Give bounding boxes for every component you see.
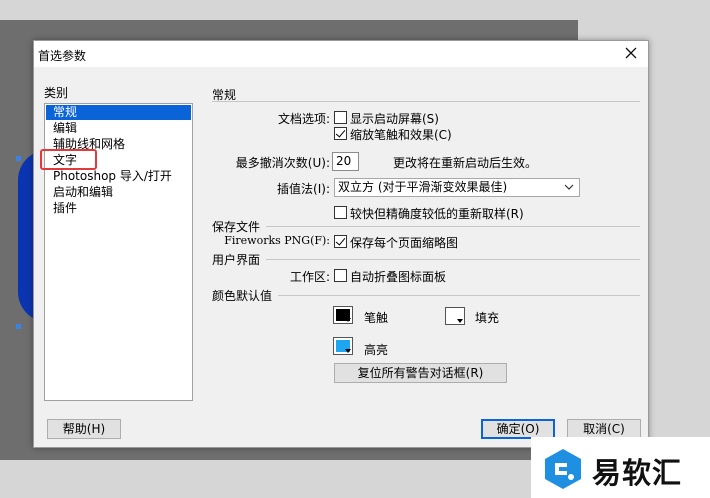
category-item-general[interactable]: 常规 xyxy=(46,105,191,120)
save-thumbnails-checkbox[interactable] xyxy=(334,235,347,248)
dialog-titlebar: 首选参数 xyxy=(34,41,648,67)
faster-resample-checkbox[interactable] xyxy=(334,206,347,219)
fireworks-png-label: Fireworks PNG(F): xyxy=(224,234,330,247)
category-item-edit[interactable]: 编辑 xyxy=(46,121,191,136)
preferences-dialog: 首选参数 类别 常规 编辑 辅助线和网格 文字 Photoshop 导入/打开 … xyxy=(33,40,649,448)
category-item-photoshop-import[interactable]: Photoshop 导入/打开 xyxy=(46,169,191,184)
restart-note: 更改将在重新启动后生效。 xyxy=(393,156,538,170)
watermark-logo-icon xyxy=(545,449,581,489)
watermark-text: 易软汇 xyxy=(592,456,683,490)
help-button[interactable]: 帮助(H) xyxy=(47,419,121,439)
section-divider xyxy=(266,259,640,260)
show-startup-screen-checkbox[interactable] xyxy=(334,111,347,124)
faster-resample-label: 较快但精确度较低的重新取样(R) xyxy=(350,207,524,221)
swatch-dropdown-icon xyxy=(345,349,351,353)
interpolation-value: 双立方 (对于平滑渐变效果最佳) xyxy=(338,180,508,194)
workspace-label: 工作区: xyxy=(289,270,330,284)
interpolation-label: 插值法(I): xyxy=(277,182,330,196)
category-item-plugins[interactable]: 插件 xyxy=(46,201,191,216)
category-label: 类别 xyxy=(44,86,69,100)
max-undo-label: 最多撤消次数(U): xyxy=(235,156,330,170)
fill-color-label: 填充 xyxy=(475,311,500,325)
selection-handle[interactable] xyxy=(16,156,21,161)
section-title-ui: 用户界面 xyxy=(212,253,261,267)
watermark: 易软汇 xyxy=(531,437,710,498)
section-title-save-files: 保存文件 xyxy=(212,220,261,234)
highlight-color-label: 高亮 xyxy=(364,343,389,357)
max-undo-input[interactable]: 20 xyxy=(332,152,359,171)
selection-handle[interactable] xyxy=(16,324,21,329)
ok-button[interactable]: 确定(O) xyxy=(481,419,555,439)
annotation-highlight-box xyxy=(40,149,97,170)
cancel-button[interactable]: 取消(C) xyxy=(567,419,641,439)
swatch-dropdown-icon xyxy=(457,319,463,323)
dialog-title: 首选参数 xyxy=(38,49,87,63)
close-button[interactable] xyxy=(622,44,640,62)
category-list[interactable]: 常规 编辑 辅助线和网格 文字 Photoshop 导入/打开 启动和编辑 插件 xyxy=(40,103,193,401)
doc-options-label: 文档选项: xyxy=(277,112,330,126)
section-divider xyxy=(278,295,640,296)
fill-color-swatch[interactable] xyxy=(445,307,465,325)
close-icon xyxy=(625,47,637,59)
category-item-launch-edit[interactable]: 启动和编辑 xyxy=(46,185,191,200)
reset-warnings-button[interactable]: 复位所有警告对话框(R) xyxy=(334,363,507,383)
highlight-color-swatch[interactable] xyxy=(333,337,353,355)
interpolation-select[interactable]: 双立方 (对于平滑渐变效果最佳) xyxy=(334,178,580,197)
swatch-dropdown-icon xyxy=(345,318,351,322)
show-startup-screen-label: 显示启动屏幕(S) xyxy=(350,112,439,126)
chevron-down-icon xyxy=(564,184,574,190)
stroke-color-swatch[interactable] xyxy=(333,306,353,324)
section-divider xyxy=(212,101,640,102)
save-thumbnails-label: 保存每个页面缩略图 xyxy=(350,236,459,250)
scale-strokes-label: 缩放笔触和效果(C) xyxy=(350,128,452,142)
stroke-color-label: 笔触 xyxy=(364,311,389,325)
scale-strokes-checkbox[interactable] xyxy=(334,127,347,140)
auto-collapse-checkbox[interactable] xyxy=(334,269,347,282)
auto-collapse-label: 自动折叠图标面板 xyxy=(350,270,447,284)
section-divider xyxy=(266,226,640,227)
section-title-colors: 颜色默认值 xyxy=(212,289,273,303)
